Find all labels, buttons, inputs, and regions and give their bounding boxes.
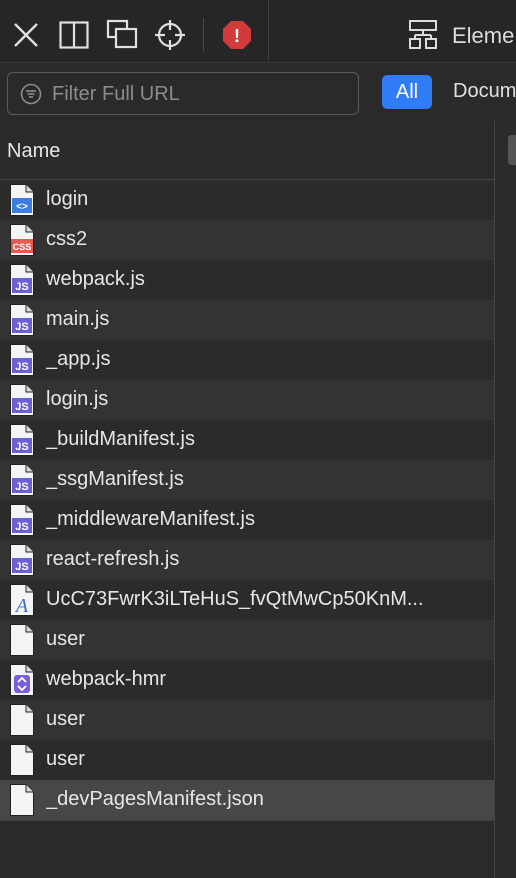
table-row[interactable]: <> login bbox=[0, 180, 494, 220]
js-icon: JS bbox=[9, 543, 35, 577]
svg-text:JS: JS bbox=[15, 321, 28, 333]
filter-type-document[interactable]: Docum bbox=[453, 80, 516, 103]
blank-file-icon bbox=[9, 743, 35, 777]
request-list: <> login CSS css2 JS webpack.js JS main.js JS _ap… bbox=[0, 180, 494, 820]
request-name: _middlewareManifest.js bbox=[46, 508, 255, 530]
svg-text:JS: JS bbox=[15, 481, 28, 493]
filter-bar: All Docum bbox=[0, 63, 516, 122]
request-name: _devPagesManifest.json bbox=[46, 788, 264, 810]
request-name: _buildManifest.js bbox=[46, 428, 195, 450]
table-row[interactable]: user bbox=[0, 700, 494, 740]
request-name: webpack.js bbox=[46, 268, 145, 290]
svg-text:CSS: CSS bbox=[13, 242, 32, 252]
font-icon: A bbox=[9, 583, 35, 617]
request-name: user bbox=[46, 748, 85, 770]
table-row[interactable]: JS main.js bbox=[0, 300, 494, 340]
filter-url-input[interactable] bbox=[50, 80, 354, 108]
split-view-icon[interactable] bbox=[58, 19, 90, 51]
js-icon: JS bbox=[9, 383, 35, 417]
table-row[interactable]: JS _app.js bbox=[0, 340, 494, 380]
error-badge-icon[interactable]: ! bbox=[221, 19, 253, 51]
list-end-divider bbox=[0, 820, 494, 821]
request-name: user bbox=[46, 628, 85, 650]
request-name: login.js bbox=[46, 388, 109, 410]
table-row[interactable]: user bbox=[0, 620, 494, 660]
table-row[interactable]: JS _ssgManifest.js bbox=[0, 460, 494, 500]
filter-field[interactable] bbox=[7, 72, 359, 115]
html-icon: <> bbox=[9, 183, 35, 217]
request-name: _ssgManifest.js bbox=[46, 468, 184, 490]
blank-file-icon bbox=[9, 623, 35, 657]
svg-text:JS: JS bbox=[15, 561, 28, 573]
js-icon: JS bbox=[9, 423, 35, 457]
svg-text:JS: JS bbox=[15, 521, 28, 533]
close-icon[interactable] bbox=[10, 19, 42, 51]
crosshair-icon[interactable] bbox=[154, 19, 186, 51]
column-header-name[interactable]: Name bbox=[7, 140, 60, 163]
table-row[interactable]: JS _middlewareManifest.js bbox=[0, 500, 494, 540]
request-name: _app.js bbox=[46, 348, 111, 370]
table-row[interactable]: JS _buildManifest.js bbox=[0, 420, 494, 460]
svg-text:JS: JS bbox=[15, 281, 28, 293]
blank-file-icon bbox=[9, 703, 35, 737]
filter-icon bbox=[20, 83, 42, 105]
event-stream-icon bbox=[9, 663, 35, 697]
table-row[interactable]: JS react-refresh.js bbox=[0, 540, 494, 580]
tab-elements[interactable]: Eleme bbox=[452, 23, 514, 49]
table-row[interactable]: A UcC73FwrK3iLTeHuS_fvQtMwCp50KnM... bbox=[0, 580, 494, 620]
toolbar-separator bbox=[203, 18, 204, 52]
request-name: main.js bbox=[46, 308, 110, 330]
request-name: react-refresh.js bbox=[46, 548, 180, 570]
js-icon: JS bbox=[9, 463, 35, 497]
svg-text:JS: JS bbox=[15, 401, 28, 413]
table-row[interactable]: JS webpack.js bbox=[0, 260, 494, 300]
table-header: Name bbox=[0, 121, 494, 180]
table-row[interactable]: webpack-hmr bbox=[0, 660, 494, 700]
toolbar-divider bbox=[268, 0, 269, 62]
table-row[interactable]: _devPagesManifest.json bbox=[0, 780, 494, 820]
svg-text:JS: JS bbox=[15, 441, 28, 453]
top-toolbar: ! Eleme bbox=[0, 0, 516, 63]
elements-tab-icon[interactable] bbox=[407, 19, 439, 51]
filter-type-all[interactable]: All bbox=[382, 75, 432, 109]
request-name: user bbox=[46, 708, 85, 730]
svg-text:A: A bbox=[14, 595, 29, 617]
detail-column bbox=[495, 121, 516, 878]
svg-text:<>: <> bbox=[16, 202, 28, 213]
request-name: UcC73FwrK3iLTeHuS_fvQtMwCp50KnM... bbox=[46, 588, 424, 610]
error-badge-mark: ! bbox=[234, 26, 240, 46]
request-name: webpack-hmr bbox=[46, 668, 167, 690]
table-row[interactable]: user bbox=[0, 740, 494, 780]
js-icon: JS bbox=[9, 303, 35, 337]
detail-collapse-handle[interactable] bbox=[508, 135, 516, 165]
js-icon: JS bbox=[9, 263, 35, 297]
table-row[interactable]: CSS css2 bbox=[0, 220, 494, 260]
request-name: login bbox=[46, 188, 89, 210]
table-row[interactable]: JS login.js bbox=[0, 380, 494, 420]
js-icon: JS bbox=[9, 343, 35, 377]
request-name: css2 bbox=[46, 228, 88, 250]
css-icon: CSS bbox=[9, 223, 35, 257]
js-icon: JS bbox=[9, 503, 35, 537]
window-stack-icon[interactable] bbox=[106, 19, 138, 51]
svg-text:JS: JS bbox=[15, 361, 28, 373]
blank-file-icon bbox=[9, 783, 35, 817]
